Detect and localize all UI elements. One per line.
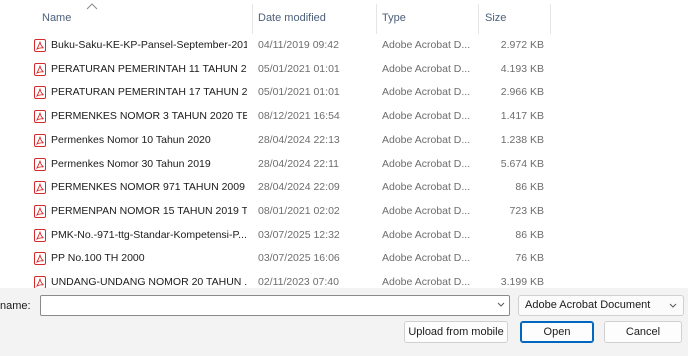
file-name: PERATURAN PEMERINTAH 17 TAHUN 20...: [51, 86, 247, 99]
pdf-file-icon: [34, 39, 46, 52]
file-row[interactable]: PP No.100 TH 2000 03/07/2025 16:06 Adobe A…: [0, 248, 560, 271]
file-date-modified: 28/04/2024 22:11: [258, 157, 339, 170]
file-name: PERMENPAN NOMOR 15 TAHUN 2019 T...: [51, 204, 247, 217]
dialog-footer: name: Adobe Acrobat Document Upload from…: [0, 288, 688, 356]
filename-label: name:: [0, 300, 31, 312]
file-name: PERATURAN PEMERINTAH 11 TAHUN 20...: [51, 62, 247, 75]
file-type: Adobe Acrobat D...: [382, 204, 471, 217]
column-header-date[interactable]: Date modified: [258, 12, 326, 24]
file-size: 76 KB: [515, 252, 544, 265]
cancel-button[interactable]: Cancel: [604, 321, 682, 343]
file-name: Buku-Saku-KE-KP-Pansel-September-2018: [51, 39, 247, 51]
file-type: Adobe Acrobat D...: [382, 86, 471, 99]
pdf-file-icon: [34, 181, 46, 195]
sort-ascending-icon: [86, 3, 98, 10]
file-name: PERMENKES NOMOR 971 TAHUN 2009 T...: [51, 181, 247, 194]
pdf-file-icon: [34, 252, 46, 266]
file-size: 1.417 KB: [500, 110, 544, 123]
column-divider[interactable]: [478, 4, 479, 34]
column-header-row: Name Date modified Type Size: [0, 0, 688, 34]
file-row[interactable]: PERMENPAN NOMOR 15 TAHUN 2019 T... 08/01/…: [0, 201, 560, 224]
file-name: PERMENKES NOMOR 3 TAHUN 2020 TEN...: [51, 110, 247, 123]
file-size: 5.674 KB: [500, 157, 544, 170]
file-size: 4.193 KB: [500, 62, 544, 75]
open-button[interactable]: Open: [520, 321, 594, 343]
file-row[interactable]: Permenkes Nomor 10 Tahun 2020 28/04/2024 …: [0, 130, 560, 153]
file-row[interactable]: PERMENKES NOMOR 971 TAHUN 2009 T... 28/04…: [0, 177, 560, 200]
file-date-modified: 05/01/2021 01:01: [258, 86, 340, 99]
file-type: Adobe Acrobat D...: [382, 252, 471, 265]
file-date-modified: 04/11/2019 09:42: [258, 39, 339, 51]
file-type: Adobe Acrobat D...: [382, 110, 471, 123]
file-row[interactable]: PERMENKES NOMOR 3 TAHUN 2020 TEN... 08/12…: [0, 106, 560, 129]
file-size: 3.199 KB: [500, 276, 544, 288]
file-type-select[interactable]: Adobe Acrobat Document: [518, 295, 684, 316]
file-size: 723 KB: [509, 204, 544, 217]
column-header-name[interactable]: Name: [42, 12, 71, 24]
file-name: PP No.100 TH 2000: [51, 252, 145, 265]
file-date-modified: 03/07/2025 16:06: [258, 252, 340, 265]
file-date-modified: 03/07/2025 12:32: [258, 228, 340, 241]
file-date-modified: 28/04/2024 22:09: [258, 181, 340, 194]
file-row[interactable]: PERATURAN PEMERINTAH 17 TAHUN 20... 05/01…: [0, 82, 560, 105]
pdf-file-icon: [34, 62, 46, 76]
file-row[interactable]: Buku-Saku-KE-KP-Pansel-September-2018 04/…: [0, 35, 560, 58]
file-type: Adobe Acrobat D...: [382, 133, 471, 146]
chevron-down-icon: [669, 303, 677, 308]
file-size: 2.966 KB: [500, 86, 544, 99]
file-date-modified: 08/01/2021 02:02: [258, 204, 340, 217]
file-type: Adobe Acrobat D...: [382, 228, 471, 241]
file-type: Adobe Acrobat D...: [382, 62, 471, 75]
pdf-file-icon: [34, 86, 46, 100]
file-name: UNDANG-UNDANG NOMOR 20 TAHUN ...: [51, 276, 247, 288]
file-size: 86 KB: [515, 181, 544, 194]
file-row[interactable]: Permenkes Nomor 30 Tahun 2019 28/04/2024 …: [0, 154, 560, 177]
column-header-size[interactable]: Size: [485, 12, 506, 24]
file-name: PMK-No.-971-ttg-Standar-Kompetensi-P...: [51, 228, 247, 241]
file-type: Adobe Acrobat D...: [382, 276, 471, 288]
file-size: 1.238 KB: [500, 133, 544, 146]
file-date-modified: 08/12/2021 16:54: [258, 110, 340, 123]
file-type: Adobe Acrobat D...: [382, 39, 471, 51]
file-type: Adobe Acrobat D...: [382, 181, 471, 194]
file-name: Permenkes Nomor 10 Tahun 2020: [51, 133, 211, 146]
pdf-file-icon: [34, 133, 46, 147]
upload-from-mobile-button[interactable]: Upload from mobile: [404, 321, 508, 343]
chevron-down-icon[interactable]: [497, 302, 505, 308]
file-type: Adobe Acrobat D...: [382, 157, 471, 170]
column-divider[interactable]: [550, 4, 551, 34]
file-date-modified: 02/11/2023 07:40: [258, 276, 339, 288]
filename-input[interactable]: [40, 295, 510, 316]
pdf-file-icon: [34, 228, 46, 242]
file-date-modified: 28/04/2024 22:13: [258, 133, 340, 146]
file-row[interactable]: PERATURAN PEMERINTAH 11 TAHUN 20... 05/01…: [0, 59, 560, 82]
file-name: Permenkes Nomor 30 Tahun 2019: [51, 157, 211, 170]
column-divider[interactable]: [252, 4, 253, 34]
pdf-file-icon: [34, 204, 46, 218]
column-divider[interactable]: [376, 4, 377, 34]
column-header-type[interactable]: Type: [382, 12, 406, 24]
file-size: 2.972 KB: [500, 39, 544, 51]
pdf-file-icon: [34, 110, 46, 124]
file-list: Name Date modified Type Size Buku-Saku-K…: [0, 0, 688, 289]
file-type-value: Adobe Acrobat Document: [525, 299, 651, 311]
file-size: 86 KB: [515, 228, 544, 241]
file-date-modified: 05/01/2021 01:01: [258, 62, 340, 75]
file-row[interactable]: PMK-No.-971-ttg-Standar-Kompetensi-P... 0…: [0, 225, 560, 248]
pdf-file-icon: [34, 157, 46, 171]
